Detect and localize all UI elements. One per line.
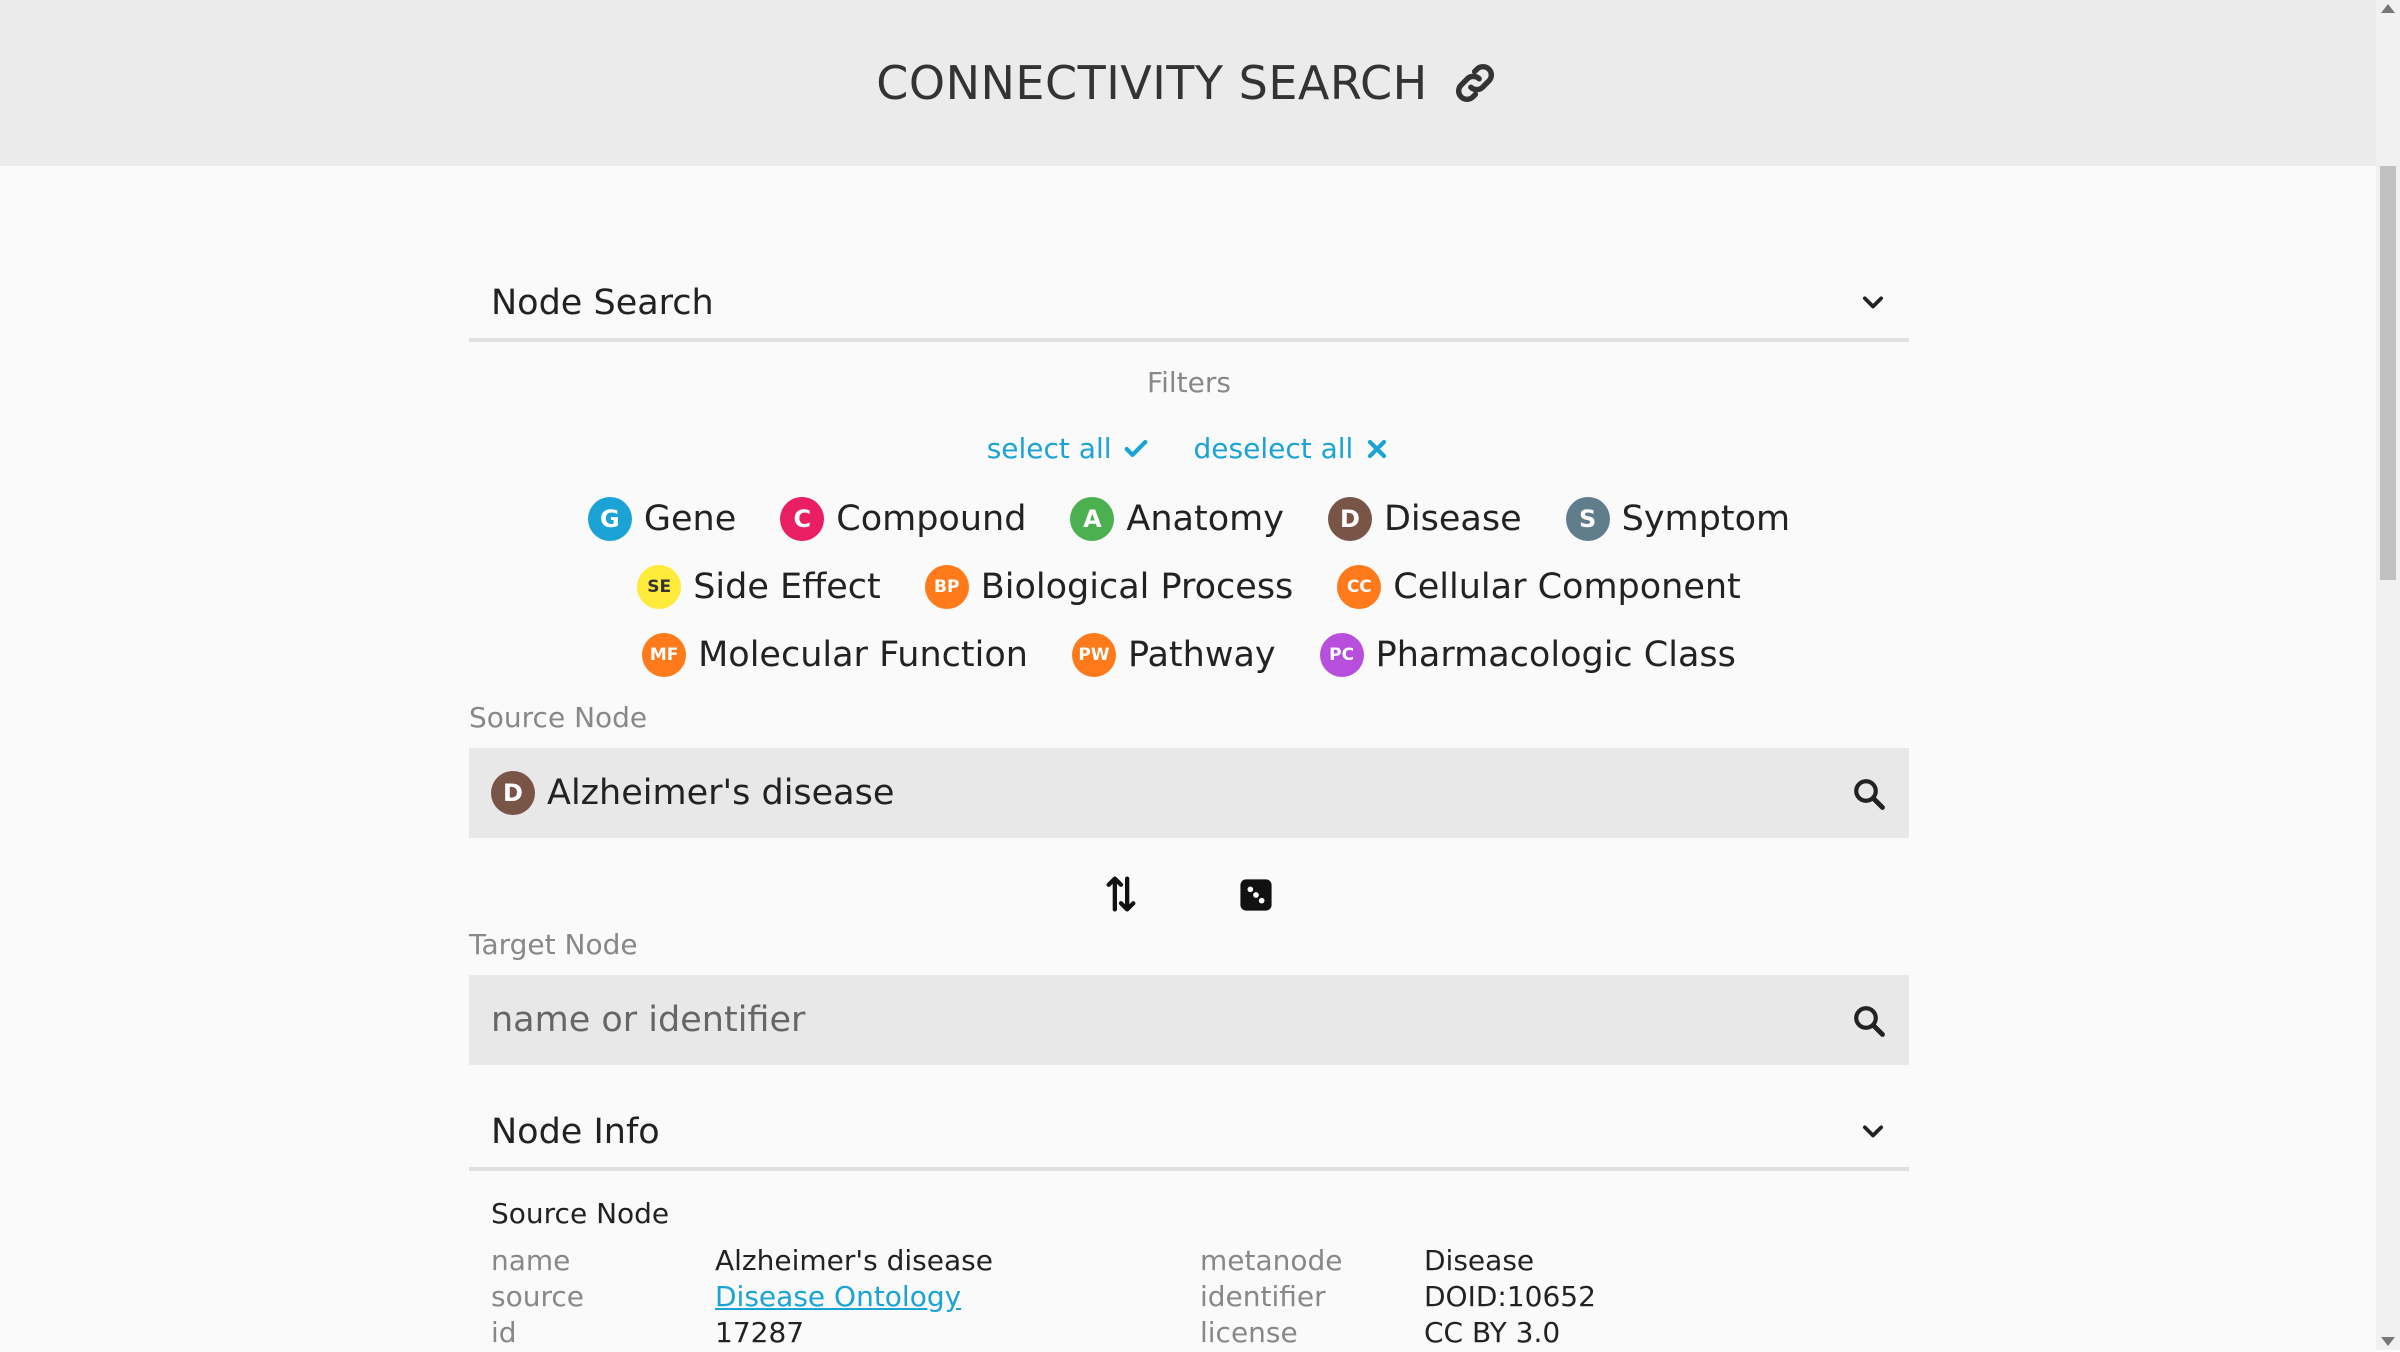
filter-label: Cellular Component [1393, 567, 1741, 607]
info-key: license [1200, 1316, 1298, 1349]
filter-row: G Gene C Compound A Anatomy D Disease S Sympt… [469, 485, 1909, 553]
page-header: CONNECTIVITY SEARCH [0, 0, 2376, 166]
close-icon [1368, 439, 1387, 458]
info-key: metanode [1200, 1244, 1343, 1277]
info-row: name Alzheimer's disease metanode Diseas… [491, 1244, 1891, 1280]
node-actions [469, 838, 1909, 928]
info-value: DOID:10652 [1424, 1280, 1596, 1313]
target-node-label: Target Node [469, 928, 638, 961]
info-row: id 17287 license CC BY 3.0 [491, 1316, 1891, 1352]
side-effect-badge-icon: SE [637, 565, 682, 609]
info-key: id [491, 1316, 517, 1349]
select-all-button[interactable]: select all [987, 432, 1150, 465]
main-content: Node Search Filters select all deselect … [469, 268, 1909, 1349]
biological-process-badge-icon: BP [924, 565, 969, 609]
source-node-field[interactable]: D Alzheimer's disease [469, 748, 1909, 838]
chevron-down-icon[interactable] [1859, 1118, 1887, 1146]
filter-gene[interactable]: G Gene [587, 497, 737, 541]
filter-label: Pathway [1127, 635, 1276, 675]
info-key: name [491, 1244, 571, 1277]
filter-pharmacologic-class[interactable]: PC Pharmacologic Class [1319, 633, 1736, 677]
cellular-component-badge-icon: CC [1337, 565, 1382, 609]
anatomy-badge-icon: A [1070, 497, 1115, 541]
compound-badge-icon: C [780, 497, 825, 541]
search-icon[interactable] [1851, 1003, 1887, 1039]
scroll-down-arrow-icon[interactable] [2381, 1337, 2395, 1346]
node-search-title: Node Search [491, 283, 714, 323]
node-info-header[interactable]: Node Info [469, 1097, 1909, 1171]
scroll-up-arrow-icon[interactable] [2381, 4, 2395, 13]
search-icon[interactable] [1851, 776, 1887, 812]
filter-row: SE Side Effect BP Biological Process CC Cel… [469, 553, 1909, 621]
info-key: source [491, 1280, 584, 1313]
filter-label: Molecular Function [698, 635, 1028, 675]
filter-disease[interactable]: D Disease [1327, 497, 1522, 541]
info-row: source Disease Ontology identifier DOID:… [491, 1280, 1891, 1316]
random-dice-icon[interactable] [1239, 878, 1273, 912]
filter-biological-process[interactable]: BP Biological Process [924, 565, 1294, 609]
filter-pathway[interactable]: PW Pathway [1071, 633, 1276, 677]
disease-badge-icon: D [1327, 497, 1372, 541]
filter-label: Compound [836, 499, 1027, 539]
deselect-all-label: deselect all [1193, 432, 1354, 465]
info-value: CC BY 3.0 [1424, 1316, 1561, 1349]
node-info-subtitle: Source Node [491, 1197, 670, 1230]
filter-label: Anatomy [1126, 499, 1284, 539]
disease-ontology-link[interactable]: Disease Ontology [715, 1280, 961, 1313]
swap-arrows-icon[interactable] [1105, 874, 1137, 914]
link-icon[interactable] [1450, 58, 1500, 108]
info-value: Alzheimer's disease [715, 1244, 993, 1277]
info-value: 17287 [715, 1316, 805, 1349]
target-node-field[interactable] [469, 975, 1909, 1065]
page-scrollbar[interactable] [2376, 0, 2400, 1350]
node-info-title: Node Info [491, 1112, 660, 1152]
info-value: Disease [1424, 1244, 1535, 1277]
info-value: Disease Ontology [715, 1280, 961, 1313]
symptom-badge-icon: S [1565, 497, 1610, 541]
filter-select-controls: select all deselect all [469, 432, 1909, 465]
deselect-all-button[interactable]: deselect all [1194, 432, 1392, 465]
source-node-value: Alzheimer's disease [547, 773, 895, 813]
filter-label: Biological Process [980, 567, 1294, 607]
filter-side-effect[interactable]: SE Side Effect [637, 565, 881, 609]
filter-row: MF Molecular Function PW Pathway PC Pharmac… [469, 621, 1909, 689]
node-search-header[interactable]: Node Search [469, 268, 1909, 342]
filter-label: Symptom [1621, 499, 1791, 539]
metanode-filters: G Gene C Compound A Anatomy D Disease S Sympt… [469, 485, 1909, 689]
page-title: CONNECTIVITY SEARCH [876, 56, 1428, 110]
node-info-table: name Alzheimer's disease metanode Diseas… [491, 1244, 1909, 1349]
pathway-badge-icon: PW [1071, 633, 1116, 677]
filters-label: Filters [1147, 366, 1231, 399]
scrollbar-thumb[interactable] [2380, 166, 2396, 580]
target-node-input[interactable] [491, 1000, 1691, 1040]
filter-compound[interactable]: C Compound [780, 497, 1026, 541]
chevron-down-icon[interactable] [1859, 289, 1887, 317]
source-node-label: Source Node [469, 701, 648, 734]
info-key: identifier [1200, 1280, 1326, 1313]
filter-label: Pharmacologic Class [1375, 635, 1736, 675]
pharmacologic-class-badge-icon: PC [1319, 633, 1364, 677]
gene-badge-icon: G [587, 497, 632, 541]
filter-cellular-component[interactable]: CC Cellular Component [1337, 565, 1741, 609]
filter-symptom[interactable]: S Symptom [1565, 497, 1791, 541]
filter-anatomy[interactable]: A Anatomy [1070, 497, 1284, 541]
filter-molecular-function[interactable]: MF Molecular Function [642, 633, 1028, 677]
filter-label: Disease [1383, 499, 1522, 539]
filter-label: Side Effect [693, 567, 881, 607]
check-icon [1124, 439, 1147, 457]
filter-label: Gene [643, 499, 737, 539]
disease-badge-icon: D [491, 771, 535, 815]
select-all-label: select all [986, 432, 1112, 465]
molecular-function-badge-icon: MF [642, 633, 687, 677]
